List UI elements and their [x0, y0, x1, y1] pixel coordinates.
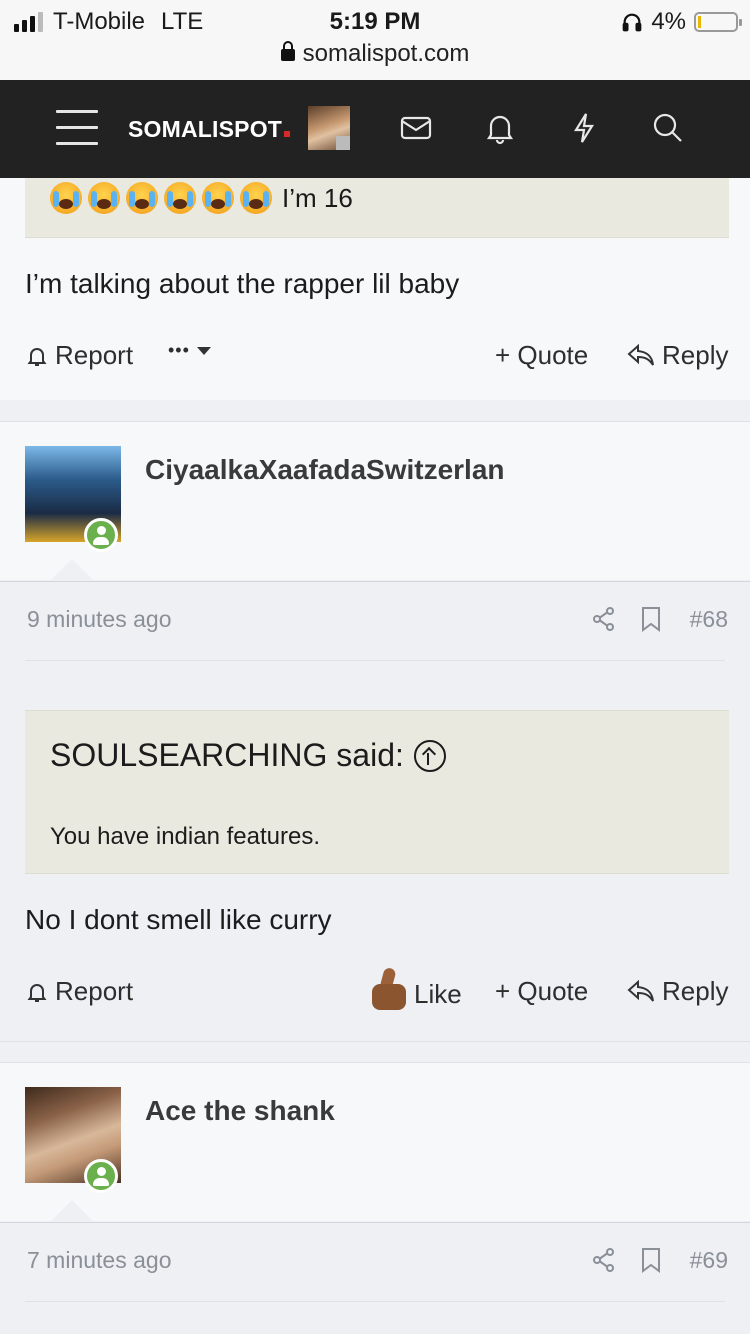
more-options-button[interactable]: •••	[168, 340, 212, 361]
report-button[interactable]: Report	[25, 340, 133, 371]
site-navbar: SOMALISPOT	[0, 80, 750, 178]
crying-emoji-icon	[240, 182, 272, 214]
quote-block: SOULSEARCHING said: You have indian feat…	[25, 710, 729, 874]
speech-pointer	[50, 1200, 94, 1222]
post-2-header: CiyaalkaXaafadaSwitzerlan	[0, 422, 750, 580]
url-bar[interactable]: somalispot.com	[0, 40, 750, 68]
post-time[interactable]: 7 minutes ago	[27, 1247, 171, 1274]
quote-text: I’m 16	[282, 182, 353, 213]
reply-button[interactable]: Reply	[626, 976, 728, 1007]
username[interactable]: Ace the shank	[145, 1095, 335, 1127]
report-label: Report	[55, 340, 134, 370]
post-meta: 7 minutes ago #69	[0, 1223, 750, 1301]
report-label: Report	[55, 976, 134, 1006]
brand-name: SOMALISPOT	[128, 116, 283, 142]
online-status-icon	[84, 518, 118, 552]
bookmark-icon[interactable]	[640, 1247, 662, 1273]
meta-divider	[25, 660, 725, 661]
battery-icon	[694, 12, 742, 32]
search-icon[interactable]	[650, 110, 686, 146]
share-icon[interactable]	[592, 606, 616, 632]
share-icon[interactable]	[592, 1247, 616, 1273]
site-logo[interactable]: SOMALISPOT	[128, 116, 291, 143]
quote-label: + Quote	[495, 976, 589, 1006]
post-meta: 9 minutes ago #68	[0, 582, 750, 660]
reply-icon	[627, 979, 654, 1002]
post-body: I’m talking about the rapper lil baby	[25, 268, 460, 299]
quote-text: You have indian features.	[50, 823, 320, 850]
bookmark-icon[interactable]	[640, 606, 662, 632]
quote-button[interactable]: + Quote	[495, 976, 588, 1007]
post-3-header: Ace the shank	[0, 1063, 750, 1221]
bell-icon	[27, 347, 47, 366]
post-number[interactable]: #68	[690, 606, 728, 633]
speech-pointer	[50, 559, 94, 581]
reply-label: Reply	[662, 976, 729, 1006]
battery-percent: 4%	[651, 8, 686, 35]
quote-button[interactable]: + Quote	[495, 340, 588, 371]
crying-emoji-icon	[164, 182, 196, 214]
menu-icon[interactable]	[56, 110, 98, 146]
bell-icon	[27, 983, 47, 1002]
crying-emoji-icon	[50, 182, 82, 214]
quote-author-label: SOULSEARCHING said:	[50, 737, 404, 773]
inbox-icon[interactable]	[398, 110, 434, 146]
crying-emoji-icon	[88, 182, 120, 214]
post-number[interactable]: #69	[690, 1247, 728, 1274]
quote-label: + Quote	[495, 340, 589, 370]
like-label: Like	[414, 978, 462, 1009]
more-label: •••	[168, 340, 190, 360]
lightning-icon[interactable]	[566, 110, 602, 146]
meta-divider	[25, 1301, 725, 1302]
lock-icon	[280, 41, 295, 61]
post-time[interactable]: 9 minutes ago	[27, 606, 171, 633]
username[interactable]: CiyaalkaXaafadaSwitzerlan	[145, 454, 505, 486]
post-1: I’m 16 I’m talking about the rapper lil …	[0, 178, 750, 400]
reply-label: Reply	[662, 340, 729, 370]
quote-block: I’m 16	[25, 178, 729, 238]
report-button[interactable]: Report	[25, 976, 133, 1007]
crying-emoji-icon	[202, 182, 234, 214]
status-bar: T-Mobile LTE 5:19 PM 4% somalispot.com	[0, 0, 750, 80]
reply-icon	[627, 343, 654, 366]
caret-down-icon	[196, 346, 211, 355]
reply-button[interactable]: Reply	[626, 340, 728, 371]
go-to-quote-icon[interactable]	[413, 739, 446, 772]
battery-info: 4%	[621, 8, 742, 36]
post-body: No I dont smell like curry	[25, 904, 332, 935]
online-status-icon	[84, 1159, 118, 1193]
quote-author[interactable]: SOULSEARCHING said:	[50, 737, 446, 774]
bell-icon[interactable]	[482, 110, 518, 146]
post-separator	[0, 1041, 750, 1042]
thumbs-up-icon	[368, 966, 412, 1012]
user-avatar[interactable]	[308, 106, 350, 150]
emoji-row: I’m 16	[50, 182, 353, 214]
crying-emoji-icon	[126, 182, 158, 214]
like-button[interactable]: Like	[368, 966, 462, 1012]
url-text: somalispot.com	[302, 40, 470, 67]
headphones-icon	[622, 13, 642, 32]
